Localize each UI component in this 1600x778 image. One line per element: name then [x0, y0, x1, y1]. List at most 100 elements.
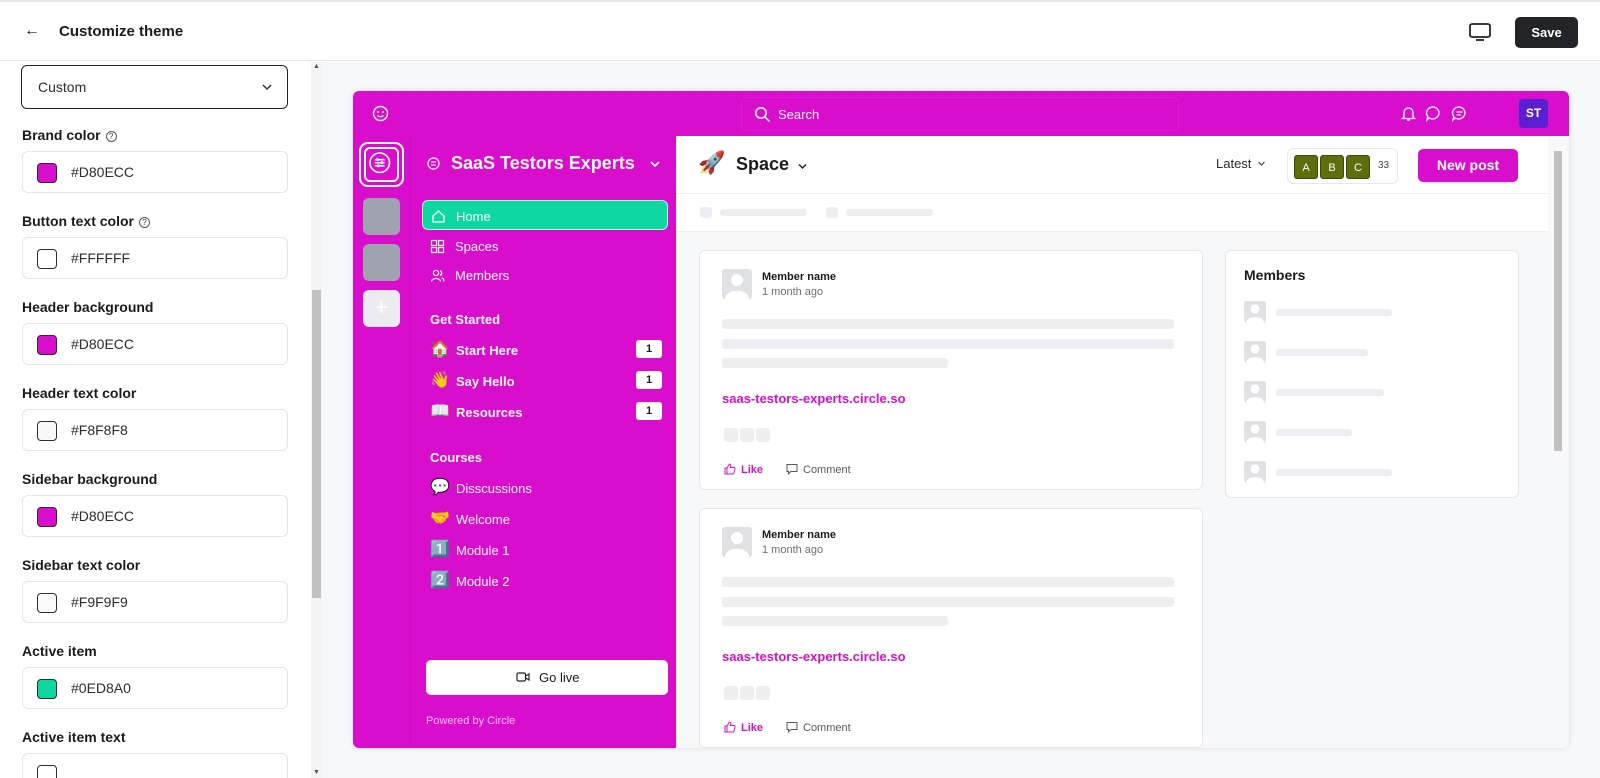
messages-icon[interactable] [1451, 105, 1468, 122]
avatar-placeholder [1244, 341, 1266, 363]
placeholder-line [1276, 389, 1384, 396]
color-input[interactable]: #D80ECC [22, 495, 288, 537]
top-bar: ← Customize theme Save [0, 0, 1600, 61]
scroll-down-icon[interactable]: ▼ [312, 768, 321, 778]
comment-label: Comment [803, 722, 851, 734]
color-input[interactable]: #F8F8F8 [22, 409, 288, 451]
member-avatar: C [1346, 155, 1370, 179]
sort-dropdown[interactable]: Latest [1216, 156, 1266, 171]
community-logo-icon[interactable] [372, 105, 389, 122]
color-swatch[interactable] [37, 593, 57, 613]
community-tile[interactable] [363, 198, 400, 235]
chevron-down-icon[interactable] [797, 161, 808, 172]
sort-label: Latest [1216, 156, 1252, 171]
channel-label: Welcome [456, 512, 510, 527]
back-arrow-icon[interactable]: ← [22, 21, 42, 41]
member-avatar: A [1294, 155, 1318, 179]
comment-button[interactable]: Comment [786, 721, 851, 734]
powered-by-link[interactable]: Powered by Circle [426, 715, 515, 727]
color-input[interactable] [22, 753, 288, 778]
color-input[interactable]: #F9F9F9 [22, 581, 288, 623]
color-input[interactable]: #FFFFFF [22, 237, 288, 279]
placeholder-line [722, 319, 1174, 329]
user-icon [1246, 304, 1264, 323]
like-button[interactable]: Like [724, 463, 763, 476]
like-label: Like [741, 464, 764, 476]
post-card: Member name 1 month ago saas-testors-exper… [699, 250, 1203, 490]
sidebar-channel[interactable]: 📖 Resources 1 [430, 399, 662, 425]
go-live-button[interactable]: Go live [426, 660, 668, 695]
members-title: Members [1244, 267, 1306, 283]
color-field: Button text color? #FFFFFF [22, 212, 288, 279]
scrollbar-thumb[interactable] [1554, 151, 1562, 451]
desktop-preview-icon[interactable] [1469, 23, 1491, 41]
post-link[interactable]: saas-testors-experts.circle.so [722, 649, 906, 664]
sidebar-channel[interactable]: 2️⃣ Module 2 [430, 568, 662, 594]
content-scrollbar[interactable] [1553, 139, 1564, 739]
sidebar-channel[interactable]: 🏠 Start Here 1 [430, 337, 662, 363]
color-input[interactable]: #D80ECC [22, 151, 288, 193]
save-button[interactable]: Save [1515, 17, 1578, 48]
member-facepile[interactable]: A B C 33 [1287, 148, 1398, 184]
sidebar-item-members[interactable]: Members [422, 260, 668, 290]
avatar-placeholder [1244, 301, 1266, 323]
like-button[interactable]: Like [724, 721, 763, 734]
bell-icon[interactable] [1400, 105, 1417, 122]
color-input[interactable]: #0ED8A0 [22, 667, 288, 709]
channel-emoji: 1️⃣ [430, 541, 450, 558]
color-field-label: Sidebar background [22, 470, 288, 488]
placeholder-line [1276, 469, 1392, 476]
avatar-placeholder [1244, 381, 1266, 403]
space-content: 🚀 Space Latest A B C 33 New post Member … [676, 136, 1569, 748]
help-icon[interactable]: ? [105, 131, 117, 142]
sidebar-channel[interactable]: 👋 Say Hello 1 [430, 368, 662, 394]
placeholder-block [724, 686, 738, 700]
theme-preset-select[interactable]: Custom [21, 65, 288, 109]
community-name: SaaS Testors Experts [451, 153, 635, 173]
post-link[interactable]: saas-testors-experts.circle.so [722, 391, 906, 406]
sidebar-item-spaces[interactable]: Spaces [422, 231, 668, 261]
sidebar-channel[interactable]: 💬 Disscussions [430, 475, 662, 501]
community-tile[interactable] [363, 244, 400, 281]
color-swatch[interactable] [37, 679, 57, 699]
comment-button[interactable]: Comment [786, 463, 851, 476]
avatar-placeholder [722, 527, 752, 557]
placeholder-line [722, 339, 1174, 349]
color-swatch[interactable] [37, 163, 57, 183]
member-name[interactable]: Member name [762, 529, 836, 541]
color-swatch[interactable] [37, 765, 57, 778]
sidebar-item-label: Members [455, 268, 510, 283]
channel-emoji: 👋 [430, 372, 450, 389]
new-post-button[interactable]: New post [1418, 149, 1518, 182]
color-field-label-text: Brand color [22, 127, 101, 143]
color-swatch[interactable] [37, 421, 57, 441]
add-community-button[interactable]: + [363, 290, 400, 327]
community-name-dropdown[interactable]: SaaS Testors Experts [427, 151, 667, 177]
color-input[interactable]: #D80ECC [22, 323, 288, 365]
member-name[interactable]: Member name [762, 271, 836, 283]
sidebar-channel[interactable]: 🤝 Welcome [430, 506, 662, 532]
color-field: Header text color #F8F8F8 [22, 384, 288, 451]
sidebar-channel[interactable]: 1️⃣ Module 1 [430, 537, 662, 563]
sidebar-section-title[interactable]: Courses [430, 450, 482, 465]
space-name[interactable]: Space [736, 154, 789, 175]
space-subnav [676, 194, 1548, 232]
current-community-tile[interactable] [359, 142, 404, 187]
scroll-up-icon[interactable]: ▲ [312, 62, 321, 72]
color-swatch[interactable] [37, 249, 57, 269]
search-input[interactable]: Search [741, 97, 1179, 131]
color-swatch[interactable] [37, 335, 57, 355]
scrollbar-thumb[interactable] [312, 290, 321, 598]
sidebar-section-title[interactable]: Get Started [430, 312, 500, 327]
chat-icon[interactable] [1425, 105, 1442, 122]
color-field-label: Header text color [22, 384, 288, 402]
panel-scrollbar[interactable]: ▲ ▼ [311, 62, 322, 778]
placeholder-line [722, 616, 948, 626]
member-row-placeholder [1244, 421, 1504, 443]
help-icon[interactable]: ? [139, 217, 150, 228]
user-avatar[interactable]: ST [1519, 99, 1548, 128]
like-label: Like [741, 722, 764, 734]
sidebar-item-home[interactable]: Home [422, 200, 668, 230]
color-swatch[interactable] [37, 507, 57, 527]
color-hex-value: #F8F8F8 [71, 422, 128, 438]
